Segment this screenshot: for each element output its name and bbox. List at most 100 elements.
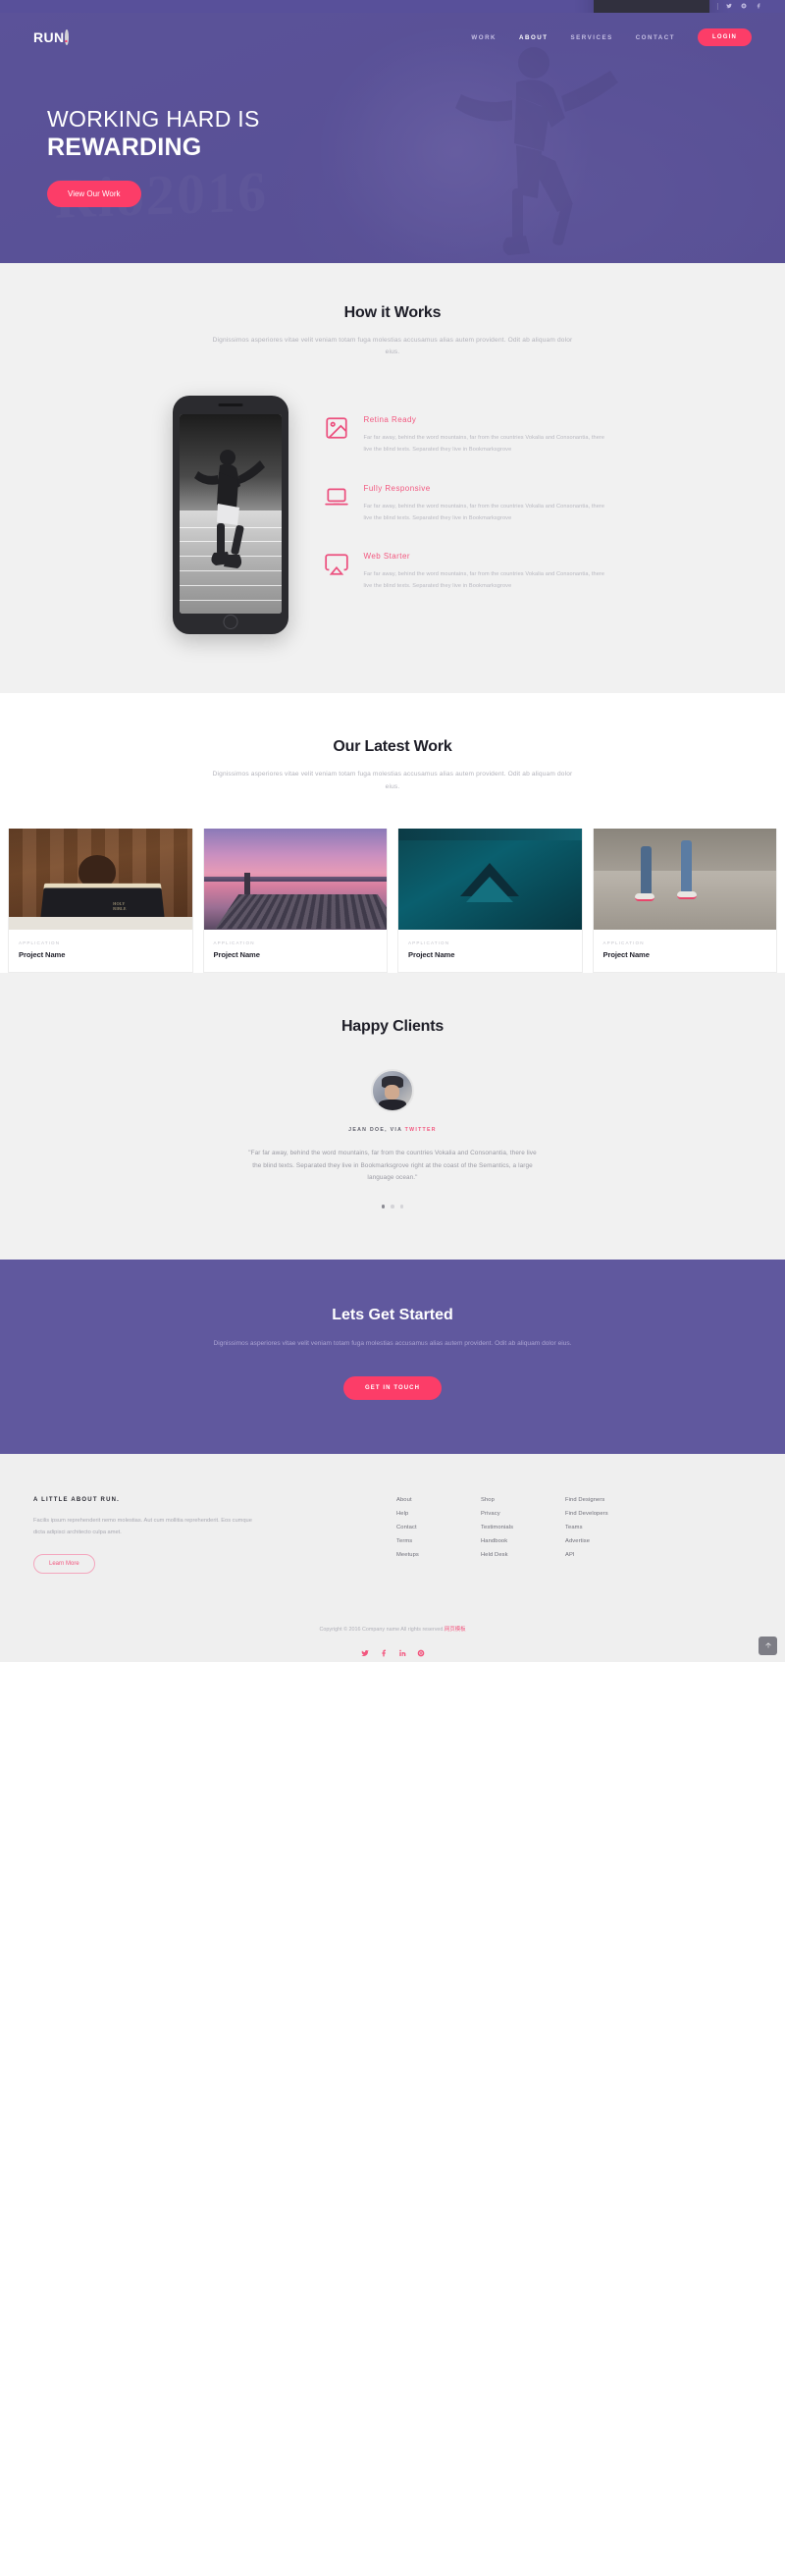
latest-work-title: Our Latest Work <box>333 738 452 756</box>
project-card[interactable]: APPLICATION Project Name <box>202 828 388 973</box>
feature-fully-responsive: Fully Responsive Far far away, behind th… <box>324 484 613 524</box>
laptop-icon <box>324 484 349 510</box>
footer-about-text: Facilis ipsum reprehenderit nemo molesti… <box>33 1517 252 1535</box>
how-it-works-section: How it Works Dignissimos asperiores vita… <box>0 263 785 694</box>
feature-title: Fully Responsive <box>363 483 431 493</box>
project-grid: HOLY BIBLE APPLICATION Project Name APPLI… <box>0 828 785 973</box>
image-icon <box>324 415 349 441</box>
footer-about: A LITTLE ABOUT RUN. Facilis ipsum repreh… <box>33 1497 259 1574</box>
footer-columns: A LITTLE ABOUT RUN. Facilis ipsum repreh… <box>33 1497 752 1574</box>
project-name: Project Name <box>213 949 260 959</box>
footer-link-testimonials[interactable]: Testimonials <box>481 1525 565 1530</box>
testimonial-quote: "Far far away, behind the word mountains… <box>248 1149 537 1182</box>
footer: A LITTLE ABOUT RUN. Facilis ipsum repreh… <box>0 1453 785 1662</box>
testimonial-source[interactable]: TWITTER <box>405 1127 437 1133</box>
facebook-icon[interactable] <box>380 1644 388 1662</box>
site-logo[interactable]: RUN. <box>33 29 69 45</box>
testimonial: JEAN DOE, VIA TWITTER "Far far away, beh… <box>0 1068 785 1208</box>
copyright-suffix: 网页模板 <box>444 1626 466 1633</box>
happy-clients-section: Happy Clients JEAN DOE, VIA TWITTER "Far… <box>0 972 785 1260</box>
project-meta: APPLICATION Project Name <box>204 930 388 972</box>
copyright-text: Copyright © 2016 Company name All rights… <box>319 1626 445 1633</box>
how-it-works-header: How it Works Dignissimos asperiores vita… <box>0 304 785 358</box>
project-category: APPLICATION <box>602 939 645 945</box>
feature-text: Far far away, behind the word mountains,… <box>363 571 605 590</box>
hero-headline-line1: WORKING HARD IS <box>47 106 260 132</box>
footer-column-3: Find Designers Find Developers Teams Adv… <box>565 1497 650 1574</box>
footer-link-api[interactable]: API <box>565 1552 650 1558</box>
login-button[interactable]: LOGIN <box>698 28 752 46</box>
avatar <box>371 1068 414 1112</box>
footer-link-help[interactable]: Help <box>396 1511 481 1517</box>
feature-text: Far far away, behind the word mountains,… <box>363 503 605 521</box>
how-it-works-subtitle: Dignissimos asperiores vitae velit venia… <box>212 337 573 356</box>
carousel-dot-1[interactable] <box>381 1205 386 1208</box>
project-meta: APPLICATION Project Name <box>594 930 777 972</box>
scroll-to-top-button[interactable] <box>759 1636 777 1655</box>
footer-column-1: About Help Contact Terms Meetups <box>396 1497 481 1574</box>
carousel-dot-2[interactable] <box>391 1205 394 1208</box>
footer-link-meetups[interactable]: Meetups <box>396 1552 481 1558</box>
phone-screen <box>179 414 282 615</box>
project-image <box>203 828 387 930</box>
twitter-icon[interactable] <box>726 3 732 11</box>
instagram-icon[interactable] <box>417 1644 425 1662</box>
footer-link-about[interactable]: About <box>396 1497 481 1503</box>
project-image: HOLY BIBLE <box>9 828 192 930</box>
project-card[interactable]: APPLICATION Project Name <box>592 828 777 973</box>
footer-link-privacy[interactable]: Privacy <box>481 1511 565 1517</box>
project-name: Project Name <box>602 949 650 959</box>
feature-web-starter: Web Starter Far far away, behind the wor… <box>324 552 613 592</box>
project-image <box>398 828 582 930</box>
logo-dot: . <box>64 29 69 45</box>
footer-link-shop[interactable]: Shop <box>481 1497 565 1503</box>
project-meta: APPLICATION Project Name <box>398 930 582 972</box>
linkedin-icon[interactable] <box>398 1644 406 1662</box>
main-navigation: RUN. WORK ABOUT SERVICES CONTACT LOGIN <box>0 13 785 46</box>
feature-title: Retina Ready <box>363 415 417 425</box>
twitter-icon[interactable] <box>360 1644 369 1662</box>
footer-socials <box>33 1644 752 1662</box>
feature-list: Retina Ready Far far away, behind the wo… <box>324 396 613 592</box>
project-name: Project Name <box>19 949 66 959</box>
footer-link-find-designers[interactable]: Find Designers <box>565 1497 650 1503</box>
arrow-up-icon <box>764 1642 771 1649</box>
footer-link-contact[interactable]: Contact <box>396 1525 481 1530</box>
get-in-touch-button[interactable]: GET IN TOUCH <box>342 1375 443 1400</box>
nav-item-work[interactable]: WORK <box>471 34 497 41</box>
copyright: Copyright © 2016 Company name All rights… <box>33 1625 752 1633</box>
nav-item-about[interactable]: ABOUT <box>519 34 549 41</box>
page: Call: +01 123 456 7890 Rio2016 <box>0 0 785 1662</box>
hero-section: Rio2016 RUN. WORK ABOUT SERVICES CONTACT… <box>0 13 785 263</box>
footer-link-teams[interactable]: Teams <box>565 1525 650 1530</box>
footer-link-help-desk[interactable]: Held Desk <box>481 1552 565 1558</box>
footer-column-2: Shop Privacy Testimonials Handbook Held … <box>481 1497 565 1574</box>
facebook-icon[interactable] <box>756 3 761 11</box>
hero-headline-line2: REWARDING <box>47 134 202 162</box>
topbar-socials <box>726 3 761 11</box>
happy-clients-title: Happy Clients <box>340 1017 445 1035</box>
nav-item-services[interactable]: SERVICES <box>571 34 613 41</box>
nav-item-contact[interactable]: CONTACT <box>636 34 675 41</box>
instagram-icon[interactable] <box>741 3 747 11</box>
footer-link-find-developers[interactable]: Find Developers <box>565 1511 650 1517</box>
learn-more-button[interactable]: Learn More <box>33 1553 95 1574</box>
footer-link-handbook[interactable]: Handbook <box>481 1538 565 1544</box>
project-card[interactable]: HOLY BIBLE APPLICATION Project Name <box>8 828 193 973</box>
cta-title: Lets Get Started <box>332 1306 453 1323</box>
latest-work-subtitle: Dignissimos asperiores vitae velit venia… <box>212 771 573 790</box>
nav-links: WORK ABOUT SERVICES CONTACT LOGIN <box>471 28 752 46</box>
carousel-dots <box>0 1205 785 1208</box>
airplay-icon <box>324 552 349 577</box>
view-our-work-button[interactable]: View Our Work <box>47 180 141 207</box>
cta-section: Lets Get Started Dignissimos asperiores … <box>0 1259 785 1454</box>
footer-link-terms[interactable]: Terms <box>396 1538 481 1544</box>
footer-link-advertise[interactable]: Advertise <box>565 1538 650 1544</box>
footer-link-columns: About Help Contact Terms Meetups Shop Pr… <box>259 1497 752 1574</box>
happy-clients-header: Happy Clients <box>0 1018 785 1036</box>
carousel-dot-3[interactable] <box>399 1205 404 1208</box>
phone-mockup <box>172 396 288 635</box>
project-meta: APPLICATION Project Name <box>9 930 192 972</box>
project-card[interactable]: APPLICATION Project Name <box>397 828 583 973</box>
footer-about-heading: A LITTLE ABOUT RUN. <box>33 1496 121 1503</box>
